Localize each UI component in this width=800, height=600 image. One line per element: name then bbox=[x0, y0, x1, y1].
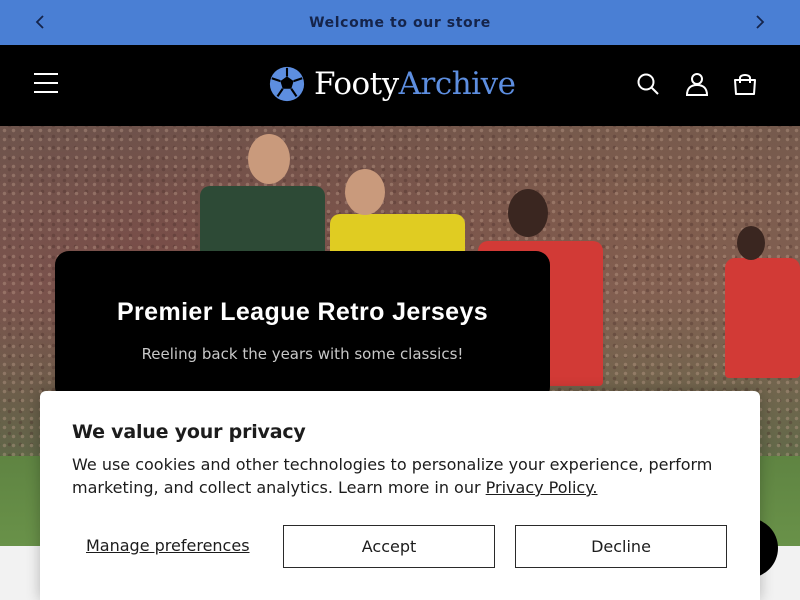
site-logo[interactable]: FootyArchive bbox=[268, 63, 516, 105]
site-header: FootyArchive bbox=[0, 45, 800, 126]
logo-text: FootyArchive bbox=[314, 66, 516, 102]
search-button[interactable] bbox=[635, 71, 661, 97]
hero-text-box: Premier League Retro Jerseys Reeling bac… bbox=[55, 251, 550, 401]
privacy-policy-link[interactable]: Privacy Policy. bbox=[486, 478, 598, 497]
hero-title: Premier League Retro Jerseys bbox=[116, 298, 489, 326]
hero-player-image bbox=[725, 226, 800, 378]
logo-primary: Footy bbox=[314, 66, 399, 102]
search-icon bbox=[637, 73, 659, 95]
football-icon bbox=[269, 66, 305, 102]
cart-icon bbox=[734, 74, 756, 95]
decline-cookies-button[interactable]: Decline bbox=[515, 525, 727, 568]
menu-icon-line bbox=[34, 82, 58, 84]
cookie-banner-title: We value your privacy bbox=[72, 421, 306, 443]
manage-preferences-link[interactable]: Manage preferences bbox=[86, 536, 250, 555]
menu-button[interactable] bbox=[34, 73, 58, 95]
logo-accent: Archive bbox=[398, 66, 516, 102]
announcement-text: Welcome to our store bbox=[309, 14, 491, 31]
cart-button[interactable] bbox=[732, 71, 758, 97]
accept-cookies-button[interactable]: Accept bbox=[283, 525, 495, 568]
account-button[interactable] bbox=[684, 71, 710, 97]
announcement-prev-button[interactable] bbox=[30, 12, 50, 32]
cookie-banner-text: We use cookies and other technologies to… bbox=[72, 453, 722, 499]
hero-subtitle: Reeling back the years with some classic… bbox=[141, 345, 464, 363]
announcement-bar: Welcome to our store bbox=[0, 0, 800, 45]
chevron-right-icon bbox=[756, 15, 765, 29]
menu-icon-line bbox=[34, 91, 58, 93]
announcement-next-button[interactable] bbox=[750, 12, 770, 32]
menu-icon-line bbox=[34, 73, 58, 75]
cookie-banner-body: We use cookies and other technologies to… bbox=[72, 455, 713, 497]
account-icon bbox=[685, 73, 709, 96]
chevron-left-icon bbox=[35, 15, 44, 29]
cookie-banner: We value your privacy We use cookies and… bbox=[40, 391, 760, 600]
